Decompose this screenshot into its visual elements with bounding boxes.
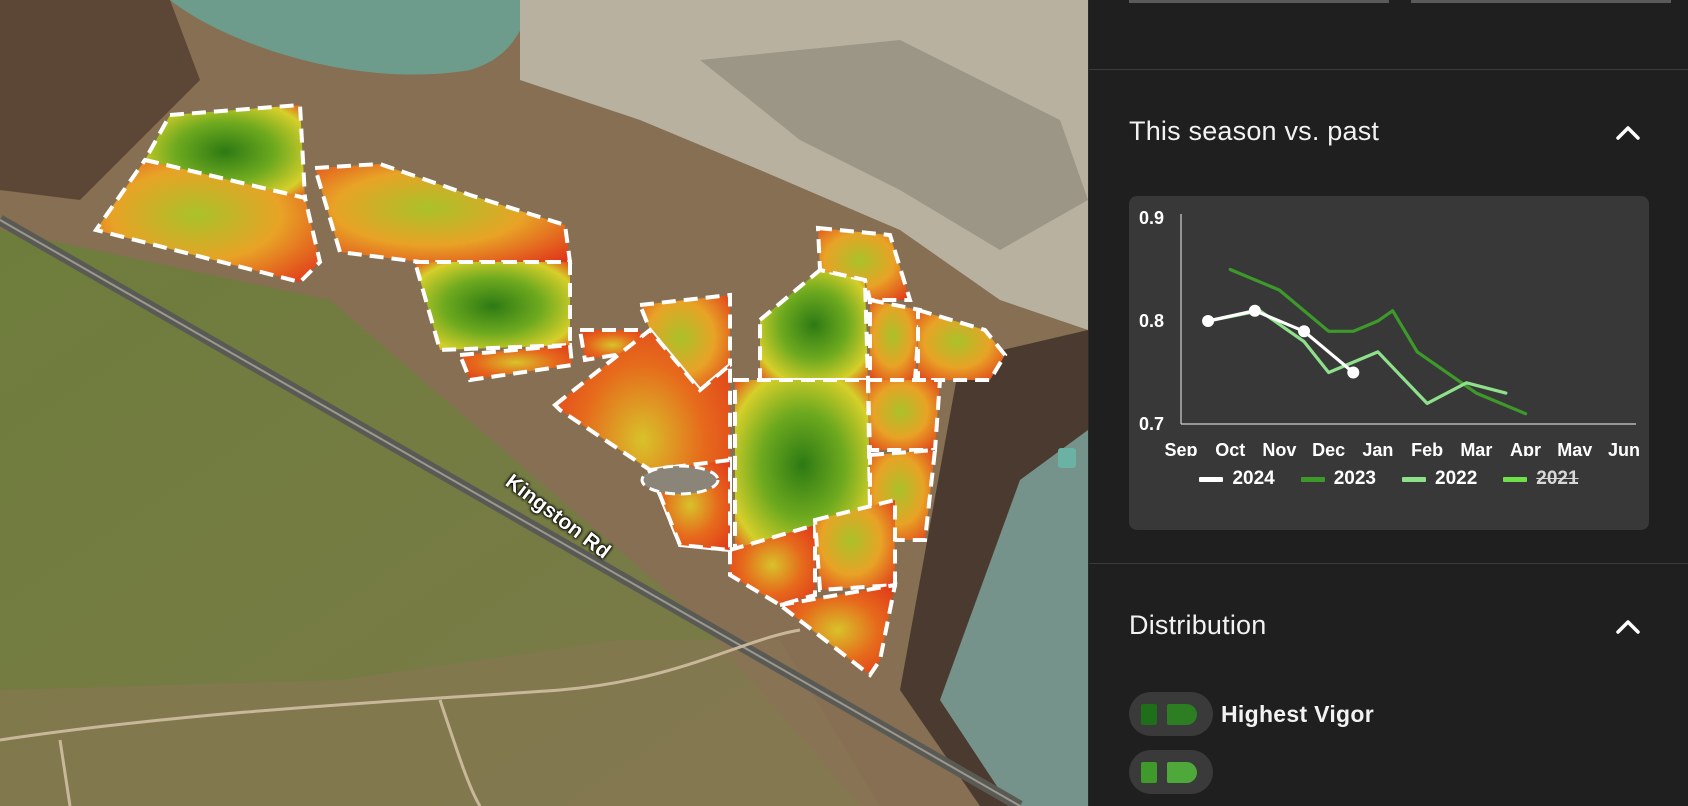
- vigor-dome-icon: [1167, 704, 1197, 725]
- chevron-up-icon[interactable]: [1613, 612, 1643, 642]
- legend-item-2021[interactable]: 2021: [1503, 468, 1579, 490]
- chevron-up-icon[interactable]: [1613, 118, 1643, 148]
- legend-item-2024[interactable]: 2024: [1199, 468, 1275, 490]
- x-tick-label: Oct: [1215, 440, 1245, 456]
- section-divider: [1089, 563, 1688, 564]
- chart-legend: 2024 2023 2022 2021: [1129, 468, 1649, 490]
- distribution-row-2[interactable]: [1129, 750, 1221, 794]
- legend-swatch: [1503, 476, 1528, 482]
- satellite-map[interactable]: Kingston Rd: [0, 0, 1088, 806]
- vigor-bar-icon: [1141, 762, 1157, 783]
- exclusion-zone: [640, 464, 720, 496]
- season-comparison-chart: 0.9 0.8 0.7 Sep Oct Nov Dec Jan Feb Mar Apr May Jun …: [1129, 196, 1649, 530]
- x-tick-label: May: [1557, 440, 1592, 456]
- vigor-toggle[interactable]: [1129, 750, 1213, 794]
- legend-label: 2023: [1333, 468, 1376, 489]
- distribution-section-title[interactable]: Distribution: [1129, 610, 1266, 641]
- legend-swatch: [1402, 476, 1426, 482]
- legend-label: 2021: [1536, 468, 1579, 489]
- series-line-2024: [1206, 309, 1355, 375]
- x-tick-label: Feb: [1411, 440, 1443, 456]
- chart-plot: 0.9 0.8 0.7Sep Oct Nov Dec Jan Feb Mar Apr May Jun: [1139, 208, 1640, 456]
- legend-swatch: [1199, 476, 1224, 482]
- distribution-row-label: Highest Vigor: [1221, 700, 1374, 727]
- series-point-2024: [1347, 366, 1360, 379]
- vigor-toggle[interactable]: [1129, 692, 1213, 736]
- vigor-bar-icon: [1141, 704, 1157, 725]
- map-canvas[interactable]: [0, 0, 1088, 806]
- x-tick-label: Mar: [1460, 440, 1492, 456]
- tab-indicator-left[interactable]: [1129, 0, 1389, 3]
- y-tick-label: 0.8: [1139, 311, 1164, 331]
- series-point-2024: [1298, 325, 1311, 338]
- y-tick-label: 0.7: [1139, 414, 1164, 434]
- y-tick-label: 0.9: [1139, 208, 1164, 228]
- section-divider: [1089, 69, 1688, 70]
- x-tick-label: Nov: [1262, 440, 1296, 456]
- season-section-title[interactable]: This season vs. past: [1129, 116, 1379, 147]
- field-block-15[interactable]: [865, 378, 943, 452]
- legend-label: 2022: [1435, 468, 1478, 489]
- x-tick-label: Sep: [1164, 440, 1197, 456]
- series-point-2024: [1202, 315, 1215, 327]
- legend-item-2022[interactable]: 2022: [1402, 468, 1477, 490]
- distribution-row-highest-vigor[interactable]: Highest Vigor: [1129, 692, 1374, 736]
- legend-label: 2024: [1232, 468, 1275, 489]
- legend-swatch: [1300, 476, 1325, 482]
- x-tick-label: Apr: [1510, 440, 1541, 456]
- series-line-2022: [1206, 309, 1508, 405]
- field-block-4[interactable]: [412, 260, 572, 353]
- field-block-12[interactable]: [868, 297, 923, 382]
- series-line-2023: [1228, 267, 1528, 416]
- legend-item-2023[interactable]: 2023: [1300, 468, 1376, 490]
- tab-indicator-right[interactable]: [1411, 0, 1671, 3]
- x-tick-label: Jun: [1608, 440, 1640, 456]
- x-tick-label: Dec: [1312, 440, 1345, 456]
- x-tick-label: Jan: [1362, 440, 1393, 456]
- vigor-dome-icon: [1167, 762, 1197, 783]
- series-point-2024: [1248, 304, 1261, 317]
- dam: [1058, 448, 1076, 468]
- insights-panel: This season vs. past 0.9 0.8 0.7 Sep Oct Nov D…: [1088, 0, 1688, 806]
